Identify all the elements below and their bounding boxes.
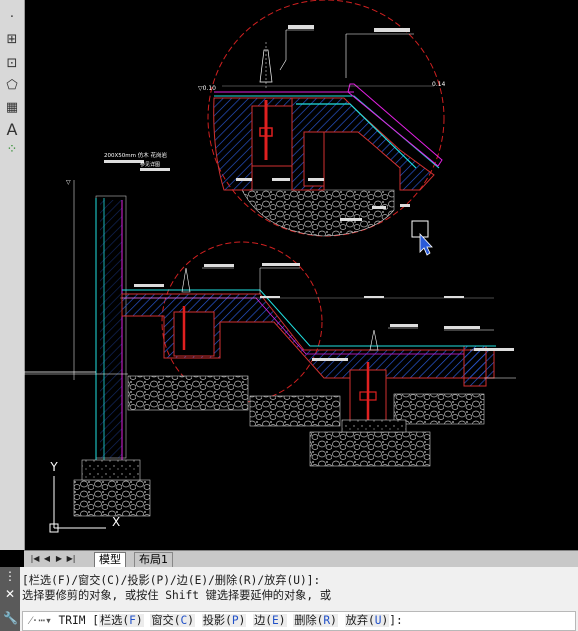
last-tab-icon[interactable]: ▶| (66, 553, 76, 564)
cursor-pickbox (411, 220, 433, 256)
command-option[interactable]: 边(E) (253, 614, 287, 627)
retaining-wall-section: ▽ 200X50mm 仿木 花岗岩 参见详图 (24, 151, 170, 517)
command-option[interactable]: 窗交(C) (150, 614, 195, 627)
layout-tab-bar: |◀ ◀ ▶ ▶| 模型 布局1 (24, 550, 578, 567)
command-suffix: ]: (389, 614, 403, 627)
history-line-2: 选择要修剪的对象, 或按住 Shift 键选择要延伸的对象, 或 (22, 589, 332, 602)
multileader-icon[interactable]: ⁘ (3, 140, 21, 158)
text-icon[interactable]: A (3, 120, 21, 139)
elevation-label-left: ▽0.10 (198, 85, 216, 92)
detail-callout-circle: ▽0.10 0.14 (198, 0, 446, 237)
history-line-1: [栏选(F)/窗交(C)/投影(P)/边(E)/删除(R)/放弃(U)]: (22, 574, 321, 587)
table-icon[interactable]: ▦ (3, 98, 21, 116)
next-tab-icon[interactable]: ▶ (54, 553, 64, 564)
grip-icon[interactable]: ⋮ (3, 569, 17, 583)
command-name: TRIM [ (58, 614, 99, 627)
ucs-y-label: Y (49, 460, 58, 474)
block-icon[interactable]: ⊞ (3, 30, 21, 48)
command-option[interactable]: 放弃(U) (344, 614, 390, 627)
ucs-x-label: X (112, 515, 120, 529)
command-line-handle[interactable]: ⋮ ✕ 🔧 (0, 567, 20, 631)
command-history: [栏选(F)/窗交(C)/投影(P)/边(E)/删除(R)/放弃(U)]: 选择… (22, 573, 331, 603)
elevation-top: ▽ (66, 179, 71, 186)
elevation-label-right: 0.14 (432, 81, 446, 88)
draw-toolbar: · ⊞ ⊡ ⬠ ▦ A ⁘ (0, 0, 25, 550)
command-input[interactable]: ⁄·⋯▾ TRIM [栏选(F) 窗交(C) 投影(P) 边(E) 删除(R) … (22, 611, 576, 631)
command-option[interactable]: 删除(R) (293, 614, 338, 627)
command-option[interactable]: 栏选(F) (98, 614, 144, 627)
tab-layout1[interactable]: 布局1 (134, 552, 173, 567)
command-options: 栏选(F) 窗交(C) 投影(P) 边(E) 删除(R) 放弃(U) (98, 614, 390, 627)
wall-note-2: 参见详图 (140, 161, 160, 168)
wall-note: 200X50mm 仿木 花岗岩 (104, 151, 167, 159)
tab-model[interactable]: 模型 (94, 552, 126, 567)
close-icon[interactable]: ✕ (3, 587, 17, 601)
point-icon[interactable]: · (3, 8, 21, 26)
command-option[interactable]: 投影(P) (201, 614, 247, 627)
command-prompt-icon[interactable]: ⁄·⋯▾ (23, 614, 59, 627)
prev-tab-icon[interactable]: ◀ (42, 553, 52, 564)
region-icon[interactable]: ⬠ (3, 76, 21, 94)
make-block-icon[interactable]: ⊡ (3, 54, 21, 72)
drawing-canvas[interactable]: ▽0.10 0.14 ▽ 200X50mm 仿木 花岗岩 参见详图 Y X (24, 0, 578, 550)
customize-icon[interactable]: 🔧 (3, 611, 18, 625)
command-line-window: ⋮ ✕ 🔧 [栏选(F)/窗交(C)/投影(P)/边(E)/删除(R)/放弃(U… (0, 567, 578, 631)
first-tab-icon[interactable]: |◀ (30, 553, 40, 564)
plant-symbol (259, 42, 273, 90)
